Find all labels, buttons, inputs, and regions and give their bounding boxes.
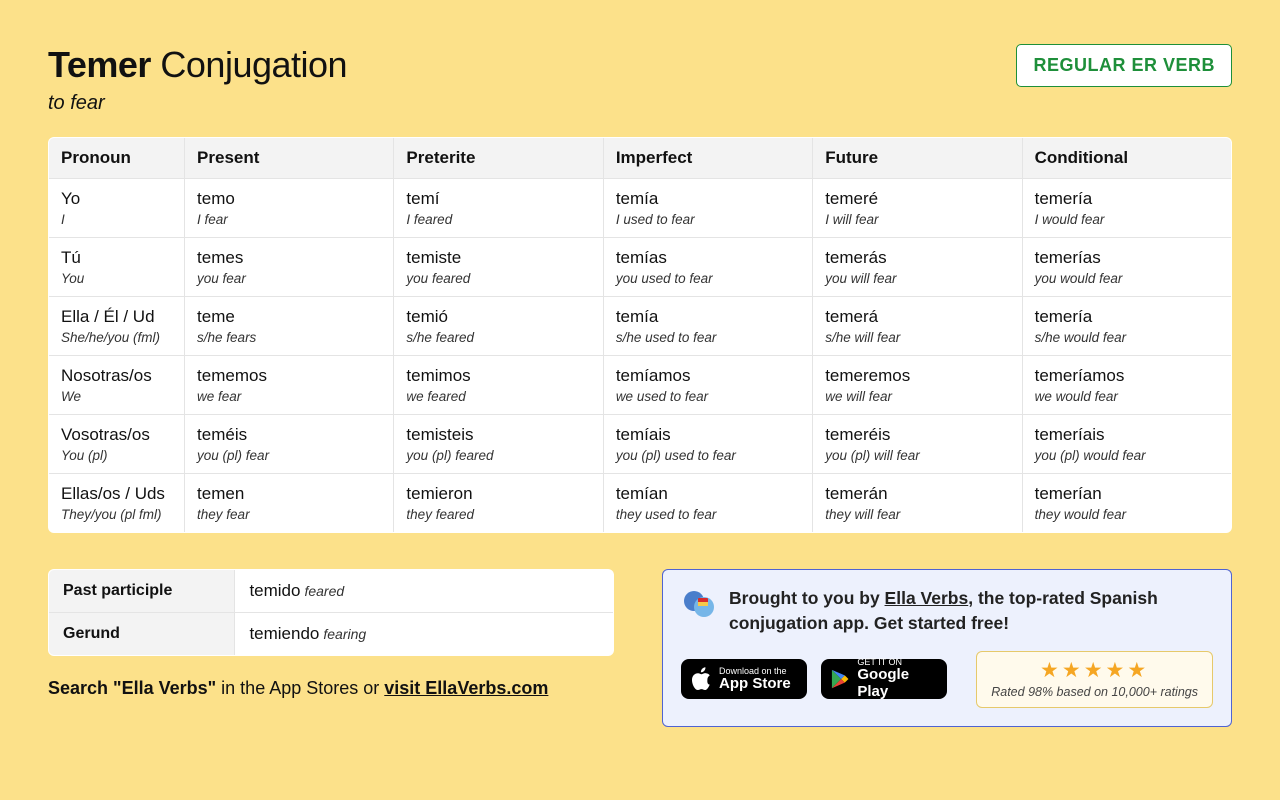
conjugation-cell: temisteisyou (pl) feared: [394, 415, 603, 474]
table-row: YoItemoI feartemíI fearedtemíaI used to …: [49, 179, 1232, 238]
forms-table: Past participle temidofeared Gerund temi…: [48, 569, 614, 656]
pronoun-cell: TúYou: [49, 238, 185, 297]
conjugation-cell: temeremoswe will fear: [813, 356, 1022, 415]
conjugation-cell: temeréisyou (pl) will fear: [813, 415, 1022, 474]
page-title: Temer Conjugation: [48, 44, 347, 86]
conjugation-cell: temíI feared: [394, 179, 603, 238]
column-header: Present: [185, 138, 394, 179]
ella-verbs-link[interactable]: Ella Verbs: [885, 588, 969, 608]
table-row: Ellas/os / UdsThey/you (pl fml)tementhey…: [49, 474, 1232, 533]
column-header: Pronoun: [49, 138, 185, 179]
promo-text: Brought to you by Ella Verbs, the top-ra…: [729, 586, 1213, 637]
rating-box: ★★★★★ Rated 98% based on 10,000+ ratings: [976, 651, 1213, 708]
past-participle-value: temidofeared: [235, 570, 614, 613]
conjugation-cell: temerás/he will fear: [813, 297, 1022, 356]
conjugation-cell: temeríanthey would fear: [1022, 474, 1231, 533]
pronoun-cell: YoI: [49, 179, 185, 238]
conjugation-cell: temíaI used to fear: [603, 179, 812, 238]
conjugation-cell: temisteyou feared: [394, 238, 603, 297]
translation-subtitle: to fear: [48, 92, 347, 115]
google-play-button[interactable]: GET IT ONGoogle Play: [821, 659, 947, 699]
column-header: Imperfect: [603, 138, 812, 179]
gerund-value: temiendofearing: [235, 613, 614, 656]
conjugation-cell: tementhey fear: [185, 474, 394, 533]
conjugation-cell: temoI fear: [185, 179, 394, 238]
star-icons: ★★★★★: [991, 658, 1198, 683]
conjugation-cell: tememoswe fear: [185, 356, 394, 415]
table-row: Ella / Él / UdShe/he/you (fml)temes/he f…: [49, 297, 1232, 356]
past-participle-label: Past participle: [49, 570, 235, 613]
conjugation-cell: temeríaI would fear: [1022, 179, 1231, 238]
conjugation-cell: temeríaisyou (pl) would fear: [1022, 415, 1231, 474]
conjugation-cell: temíaisyou (pl) used to fear: [603, 415, 812, 474]
conjugation-cell: temimoswe feared: [394, 356, 603, 415]
conjugation-cell: temerásyou will fear: [813, 238, 1022, 297]
table-row: Nosotras/osWetememoswe feartemimoswe fea…: [49, 356, 1232, 415]
pronoun-cell: Ella / Él / UdShe/he/you (fml): [49, 297, 185, 356]
visit-site-link[interactable]: visit EllaVerbs.com: [384, 678, 548, 698]
column-header: Preterite: [394, 138, 603, 179]
conjugation-cell: temesyou fear: [185, 238, 394, 297]
pronoun-cell: Nosotras/osWe: [49, 356, 185, 415]
conjugation-cell: temeránthey will fear: [813, 474, 1022, 533]
pronoun-cell: Vosotras/osYou (pl): [49, 415, 185, 474]
app-store-button[interactable]: Download on theApp Store: [681, 659, 807, 699]
promo-box: Brought to you by Ella Verbs, the top-ra…: [662, 569, 1232, 727]
search-instructions: Search "Ella Verbs" in the App Stores or…: [48, 678, 614, 699]
conjugation-cell: temieronthey feared: [394, 474, 603, 533]
conjugation-cell: temiós/he feared: [394, 297, 603, 356]
conjugation-cell: temeríasyou would fear: [1022, 238, 1231, 297]
conjugation-cell: temeréI will fear: [813, 179, 1022, 238]
conjugation-cell: teméisyou (pl) fear: [185, 415, 394, 474]
table-row: Vosotras/osYou (pl)teméisyou (pl) fearte…: [49, 415, 1232, 474]
conjugation-cell: temeríamoswe would fear: [1022, 356, 1231, 415]
conjugation-table: PronounPresentPreteriteImperfectFutureCo…: [48, 137, 1232, 533]
rating-text: Rated 98% based on 10,000+ ratings: [991, 685, 1198, 699]
conjugation-cell: temes/he fears: [185, 297, 394, 356]
apple-icon: [691, 667, 711, 691]
conjugation-cell: temíanthey used to fear: [603, 474, 812, 533]
gerund-label: Gerund: [49, 613, 235, 656]
conjugation-cell: temíasyou used to fear: [603, 238, 812, 297]
google-play-icon: [831, 668, 849, 690]
pronoun-cell: Ellas/os / UdsThey/you (pl fml): [49, 474, 185, 533]
column-header: Future: [813, 138, 1022, 179]
column-header: Conditional: [1022, 138, 1231, 179]
conjugation-cell: temerías/he would fear: [1022, 297, 1231, 356]
verb-type-badge: REGULAR ER VERB: [1016, 44, 1232, 87]
conjugation-cell: temías/he used to fear: [603, 297, 812, 356]
conjugation-cell: temíamoswe used to fear: [603, 356, 812, 415]
app-logo-icon: [681, 586, 717, 622]
table-row: TúYoutemesyou feartemisteyou fearedtemía…: [49, 238, 1232, 297]
